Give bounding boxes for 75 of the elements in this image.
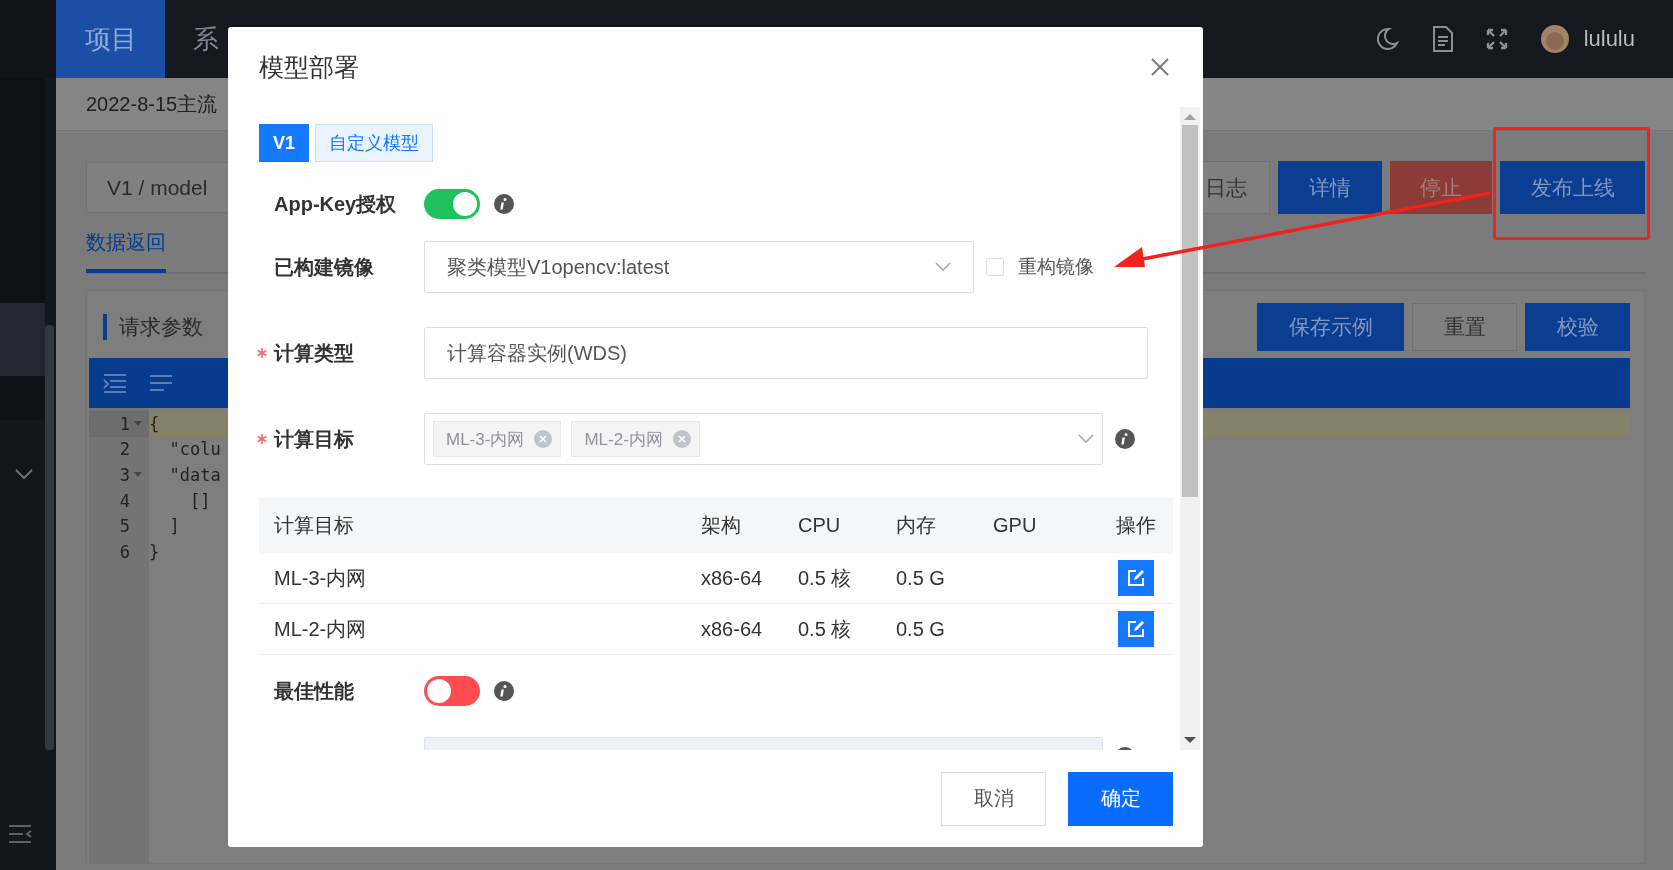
confirm-button[interactable]: 确定 <box>1068 771 1173 826</box>
code-line: [] <box>188 490 211 511</box>
toggle-switch[interactable] <box>424 676 480 706</box>
field-label: 已构建镜像 <box>274 254 374 280</box>
column-header: 内存 <box>896 498 993 553</box>
line-number: 5 <box>119 516 130 537</box>
fold-arrow-icon[interactable] <box>133 419 143 428</box>
field-label: 计算类型 <box>274 340 354 366</box>
field-label: 最佳性能 <box>274 678 354 704</box>
action-button[interactable]: 详情 <box>1278 161 1382 214</box>
column-header: GPU <box>993 498 1099 553</box>
scrollbar[interactable] <box>45 325 54 750</box>
result-tab[interactable]: 数据返回 <box>86 215 166 273</box>
fold-arrow-icon[interactable] <box>133 471 143 479</box>
table-cell: x86-64 <box>701 553 798 604</box>
compute-type-field[interactable]: 计算容器实例(WDS) <box>424 327 1148 379</box>
line-number: 6 <box>119 541 130 562</box>
close-icon[interactable] <box>1151 58 1169 76</box>
compact-icon[interactable] <box>149 374 173 392</box>
table-cell: 0.5 核 <box>798 553 896 604</box>
request-button[interactable]: 校验 <box>1525 303 1630 351</box>
chevron-down-icon[interactable] <box>14 468 34 480</box>
format-icon[interactable] <box>103 373 127 393</box>
table-cell: x86-64 <box>701 603 798 655</box>
column-header: 操作 <box>1099 498 1173 553</box>
checkbox-label: 重构镜像 <box>1018 255 1094 279</box>
code-line: { <box>149 413 160 434</box>
toggle-switch[interactable] <box>424 189 480 219</box>
image-select[interactable]: 聚类模型V1opencv:latest <box>424 241 974 293</box>
fullscreen-icon[interactable] <box>1485 28 1508 50</box>
checkbox[interactable] <box>986 258 1004 276</box>
action-button[interactable]: 停止 <box>1390 161 1492 214</box>
edit-button[interactable] <box>1118 611 1154 647</box>
remove-icon[interactable] <box>534 430 553 448</box>
chevron-down-icon <box>935 262 951 272</box>
table-cell: ML-3-内网 <box>259 553 701 604</box>
target-tag: ML-2-内网 <box>571 421 700 457</box>
edit-icon <box>1127 620 1145 638</box>
target-select[interactable]: ML-3-内网 ML-2-内网 <box>424 413 1103 465</box>
document-icon[interactable] <box>1431 26 1454 52</box>
edit-button[interactable] <box>1118 560 1154 596</box>
scrollbar[interactable] <box>1180 107 1200 750</box>
menu-fold-icon[interactable] <box>8 824 32 844</box>
line-number: 3 <box>119 465 130 485</box>
table-cell: 0.5 G <box>896 553 993 604</box>
section-title: 请求参数 <box>119 314 203 340</box>
line-number: 4 <box>119 490 130 511</box>
action-button[interactable]: 发布上线 <box>1500 161 1645 214</box>
table-cell: ML-2-内网 <box>259 603 701 655</box>
scroll-down-icon[interactable] <box>1184 736 1196 744</box>
request-button[interactable]: 保存示例 <box>1257 303 1404 351</box>
column-header: CPU <box>798 498 896 553</box>
user-name[interactable]: lululu <box>1583 26 1635 52</box>
field-label: 计算目标 <box>274 426 354 452</box>
target-tag: ML-3-内网 <box>433 421 562 457</box>
table-cell: 0.5 G <box>896 603 993 655</box>
code-line: } <box>149 541 160 562</box>
column-header: 计算目标 <box>259 498 701 553</box>
nav-tab[interactable]: 项目 <box>56 0 165 78</box>
code-line: "colu <box>168 439 221 460</box>
line-number: 1 <box>119 413 130 434</box>
cancel-button[interactable]: 取消 <box>941 771 1046 826</box>
request-button[interactable]: 重置 <box>1412 303 1517 351</box>
table-cell: 0.5 核 <box>798 603 896 655</box>
version-tab[interactable]: 自定义模型 <box>315 124 434 162</box>
code-line: ] <box>168 516 180 537</box>
version-tab[interactable]: V1 <box>259 124 310 162</box>
code-line: "data <box>168 465 221 485</box>
scroll-up-icon[interactable] <box>1184 113 1196 121</box>
remove-icon[interactable] <box>672 430 691 448</box>
chevron-down-icon <box>1078 434 1094 444</box>
line-number: 2 <box>119 439 130 460</box>
edit-icon <box>1127 569 1145 587</box>
column-header: 架构 <box>701 498 798 553</box>
avatar-icon[interactable] <box>1539 24 1570 54</box>
